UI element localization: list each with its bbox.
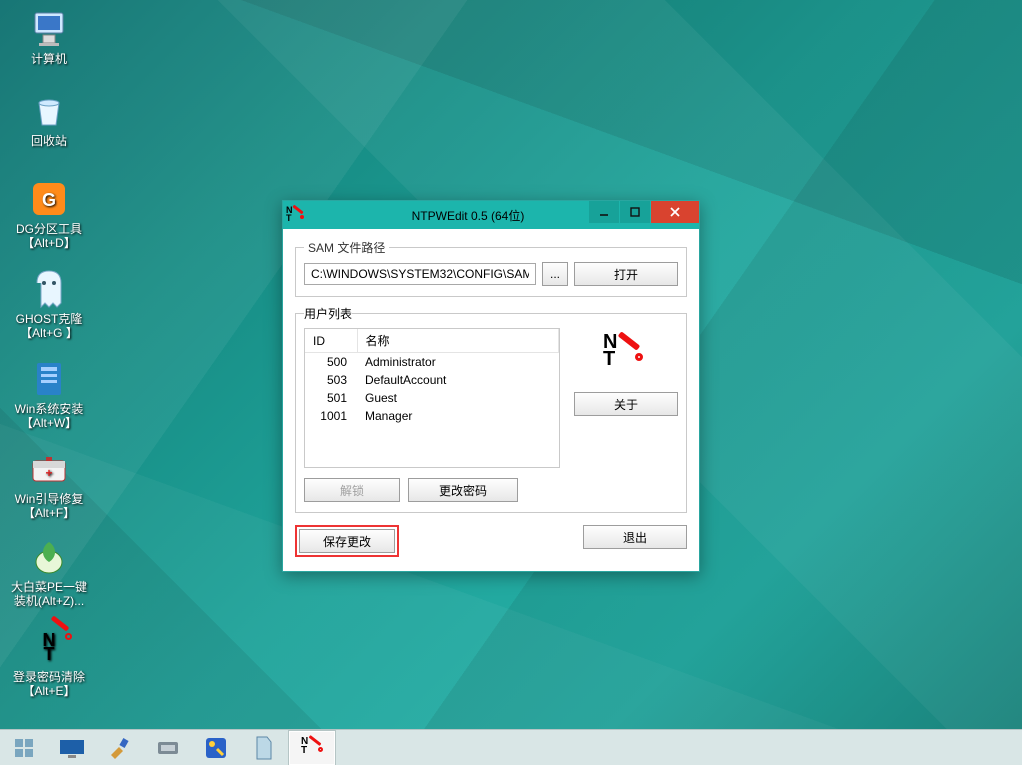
- taskbar-item-ntpwedit[interactable]: NT: [288, 730, 336, 765]
- user-list-legend: 用户列表: [304, 305, 352, 322]
- document-icon: [253, 735, 275, 761]
- ntpw-logo-icon: N T: [603, 334, 649, 374]
- desktop-icon-label: 回收站: [10, 134, 88, 148]
- exit-button[interactable]: 退出: [583, 525, 687, 549]
- ntpw-key-icon: N T: [28, 626, 70, 668]
- sam-path-legend: SAM 文件路径: [304, 239, 389, 256]
- recycle-bin-icon: [28, 90, 70, 132]
- user-id: 503: [305, 371, 357, 389]
- col-id[interactable]: ID: [305, 329, 357, 353]
- sam-path-input[interactable]: [304, 263, 536, 285]
- table-row[interactable]: 1001Manager: [305, 407, 559, 425]
- browse-button[interactable]: ...: [542, 262, 568, 286]
- open-button[interactable]: 打开: [574, 262, 678, 286]
- desktop-icon-pwclear[interactable]: N T 登录密码清除 【Alt+E】: [10, 626, 88, 698]
- save-changes-button[interactable]: 保存更改: [299, 529, 395, 553]
- desktop-icon-label: Win引导修复 【Alt+F】: [10, 492, 88, 520]
- app-icon: NT: [283, 206, 307, 224]
- save-highlight: 保存更改: [295, 525, 399, 557]
- desktop-icon-ghost[interactable]: GHOST克隆 【Alt+G 】: [10, 268, 88, 340]
- desktop-icon-recycle[interactable]: 回收站: [10, 90, 88, 148]
- partition-tool-icon: G: [28, 178, 70, 220]
- desktop-icon-label: 登录密码清除 【Alt+E】: [10, 670, 88, 698]
- taskbar-item-3[interactable]: [144, 730, 192, 765]
- change-password-button[interactable]: 更改密码: [408, 478, 518, 502]
- maximize-button[interactable]: [620, 201, 650, 223]
- user-list-group: 用户列表 ID 名称 500Administrator503DefaultAcc…: [295, 305, 687, 513]
- taskbar-item-1[interactable]: [48, 730, 96, 765]
- desktop-icon-computer[interactable]: 计算机: [10, 8, 88, 66]
- desktop-icon-wininstall[interactable]: Win系统安装 【Alt+W】: [10, 358, 88, 430]
- desktop-icon-label: GHOST克隆 【Alt+G 】: [10, 312, 88, 340]
- desktop-icon-label: 大白菜PE一键 装机(Alt+Z)...: [10, 580, 88, 608]
- titlebar[interactable]: NT NTPWEdit 0.5 (64位): [283, 201, 699, 229]
- user-name: Guest: [357, 389, 559, 407]
- boot-repair-icon: +: [28, 448, 70, 490]
- display-icon: [58, 737, 86, 759]
- taskbar-item-5[interactable]: [240, 730, 288, 765]
- desktop-icon-dbc[interactable]: 大白菜PE一键 装机(Alt+Z)...: [10, 536, 88, 608]
- ntpwedit-window: NT NTPWEdit 0.5 (64位) SAM 文件路径 ... 打开 用户…: [282, 200, 700, 572]
- cabbage-icon: [28, 536, 70, 578]
- sam-path-group: SAM 文件路径 ... 打开: [295, 239, 687, 297]
- user-id: 500: [305, 353, 357, 372]
- ntpw-key-icon: NT: [301, 737, 323, 759]
- windows-logo-icon: [14, 738, 34, 758]
- table-row[interactable]: 501Guest: [305, 389, 559, 407]
- close-button[interactable]: [651, 201, 699, 223]
- desktop-icon-bootfix[interactable]: + Win引导修复 【Alt+F】: [10, 448, 88, 520]
- brush-icon: [107, 735, 133, 761]
- taskbar-item-4[interactable]: [192, 730, 240, 765]
- win-install-icon: [28, 358, 70, 400]
- ghost-icon: [28, 268, 70, 310]
- user-table[interactable]: ID 名称 500Administrator503DefaultAccount5…: [304, 328, 560, 468]
- chip-icon: [154, 738, 182, 758]
- taskbar: NT: [0, 729, 1022, 765]
- table-row[interactable]: 500Administrator: [305, 353, 559, 372]
- user-id: 1001: [305, 407, 357, 425]
- user-name: Administrator: [357, 353, 559, 372]
- svg-text:G: G: [42, 190, 56, 210]
- desktop-icon-label: 计算机: [10, 52, 88, 66]
- tools-icon: [203, 735, 229, 761]
- user-name: Manager: [357, 407, 559, 425]
- table-row[interactable]: 503DefaultAccount: [305, 371, 559, 389]
- start-button[interactable]: [0, 730, 48, 765]
- minimize-button[interactable]: [589, 201, 619, 223]
- computer-icon: [28, 8, 70, 50]
- unlock-button: 解锁: [304, 478, 400, 502]
- taskbar-item-2[interactable]: [96, 730, 144, 765]
- about-button[interactable]: 关于: [574, 392, 678, 416]
- col-name[interactable]: 名称: [357, 329, 559, 353]
- user-name: DefaultAccount: [357, 371, 559, 389]
- desktop-icon-label: DG分区工具 【Alt+D】: [10, 222, 88, 250]
- desktop-icon-label: Win系统安装 【Alt+W】: [10, 402, 88, 430]
- svg-text:+: +: [45, 466, 52, 480]
- desktop-icon-dg[interactable]: G DG分区工具 【Alt+D】: [10, 178, 88, 250]
- user-id: 501: [305, 389, 357, 407]
